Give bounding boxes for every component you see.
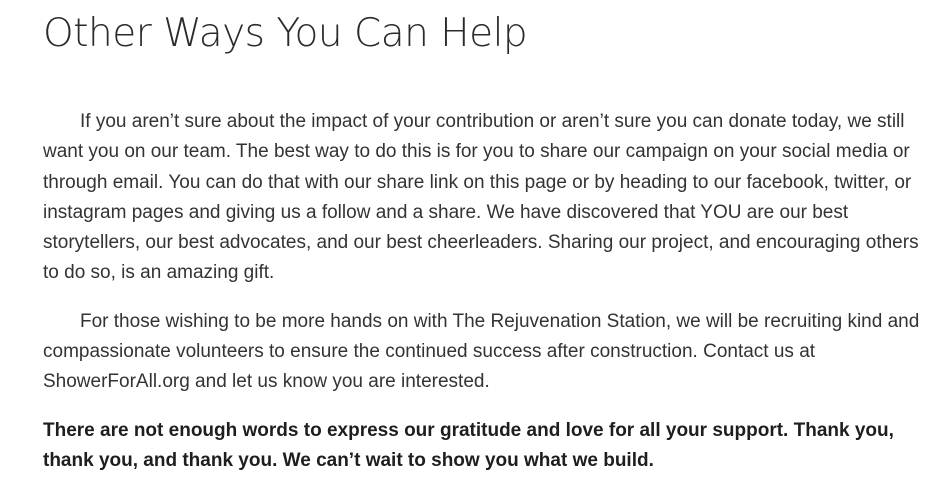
thanks-paragraph: There are not enough words to express ou… xyxy=(43,419,894,471)
share-paragraph: If you aren’t sure about the impact of y… xyxy=(43,111,919,284)
volunteer-paragraph: For those wishing to be more hands on wi… xyxy=(43,310,920,393)
section-heading: Other Ways You Can Help xyxy=(43,11,528,56)
help-section: Other Ways You Can Help If you aren’t su… xyxy=(43,0,923,476)
